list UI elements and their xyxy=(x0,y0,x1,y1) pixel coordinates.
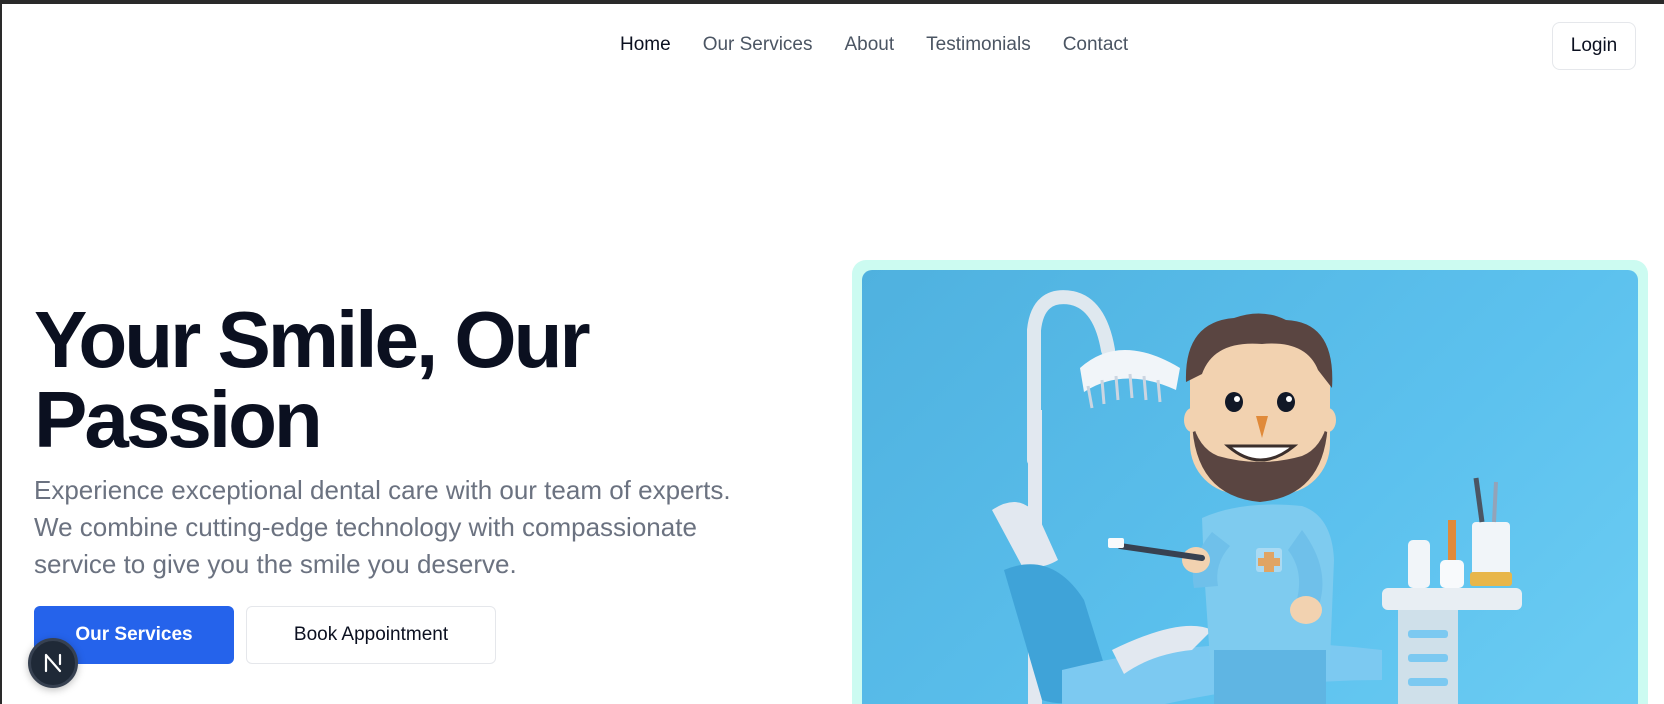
hero-title: Your Smile, Our Passion xyxy=(34,300,794,460)
nextjs-logo-icon[interactable] xyxy=(28,638,78,688)
dentist-illustration xyxy=(862,270,1638,704)
hero-title-line-2: Passion xyxy=(34,375,323,464)
login-button[interactable]: Login xyxy=(1552,22,1636,70)
hero-description: Experience exceptional dental care with … xyxy=(34,475,731,579)
hero-title-line-1: Your Smile, Our xyxy=(34,295,591,384)
nav-links: Home Our Services About Testimonials Con… xyxy=(620,34,1128,56)
nav-link-testimonials[interactable]: Testimonials xyxy=(926,34,1031,56)
nav-link-contact[interactable]: Contact xyxy=(1063,34,1128,56)
nextjs-n-glyph-icon xyxy=(44,653,62,673)
book-appointment-button[interactable]: Book Appointment xyxy=(246,606,496,664)
page: Home Our Services About Testimonials Con… xyxy=(0,0,1664,704)
nav-link-our-services[interactable]: Our Services xyxy=(703,34,813,56)
hero-image-frame xyxy=(852,260,1648,704)
nav-link-home[interactable]: Home xyxy=(620,34,671,56)
dentist-illustration-svg xyxy=(992,290,1522,704)
nav-link-about[interactable]: About xyxy=(845,34,895,56)
top-nav: Home Our Services About Testimonials Con… xyxy=(2,4,1664,88)
